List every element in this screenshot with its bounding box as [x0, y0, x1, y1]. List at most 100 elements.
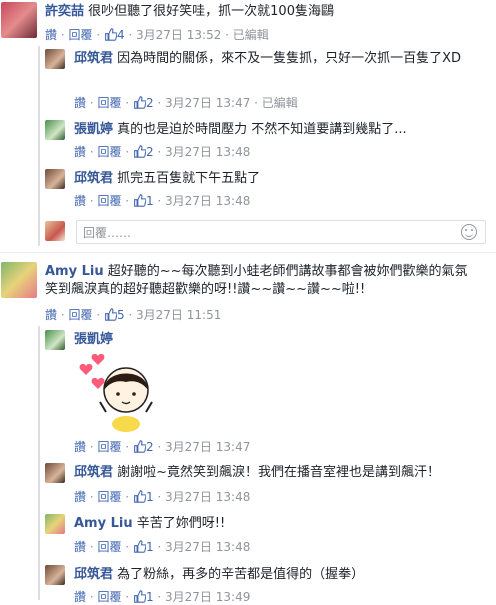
timestamp[interactable]: 3月27日 13:48 [165, 490, 250, 504]
like-link[interactable]: 讚 [74, 194, 86, 208]
reply-input[interactable]: 回覆…… [76, 220, 486, 244]
reply-actions: 讚 · 回覆 · 2 · 3月27日 13:48 [74, 145, 251, 159]
edited-label[interactable]: 已編輯 [233, 28, 269, 42]
timestamp[interactable]: 3月27日 13:48 [165, 194, 250, 208]
like-link[interactable]: 讚 [74, 590, 86, 604]
girl-hearts-sticker[interactable] [76, 352, 166, 432]
reply-author[interactable]: 邱筑君 [74, 567, 113, 582]
like-count[interactable]: 1 [146, 490, 154, 504]
like-count[interactable]: 1 [146, 540, 154, 554]
reply-author[interactable]: 張凱婷 [74, 122, 113, 137]
reply-actions: 讚 · 回覆 · 1 · 3月27日 13:48 [74, 490, 251, 504]
like-link[interactable]: 讚 [74, 440, 86, 454]
reply-actions: 讚 · 回覆 · 1 · 3月27日 13:48 [74, 540, 251, 554]
reply-input-placeholder: 回覆…… [83, 226, 132, 240]
reply-link[interactable]: 回覆 [97, 540, 121, 554]
thumbs-up-icon[interactable] [133, 194, 146, 207]
reply-author[interactable]: Amy Liu [74, 516, 133, 531]
timestamp[interactable]: 3月27日 13:48 [165, 145, 250, 159]
reply-link[interactable]: 回覆 [97, 145, 121, 159]
thumbs-up-icon[interactable] [133, 540, 146, 553]
like-link[interactable]: 讚 [74, 145, 86, 159]
thumbs-up-icon[interactable] [133, 145, 146, 158]
like-count[interactable]: 4 [117, 28, 125, 42]
comment-body: 許奕喆 很吵但聽了很好笑哇，抓一次就100隻海鷗 [45, 3, 485, 21]
reply-author[interactable]: 邱筑君 [74, 171, 113, 186]
avatar[interactable] [45, 120, 65, 140]
thumbs-up-icon[interactable] [133, 490, 146, 503]
timestamp[interactable]: 3月27日 13:52 [136, 28, 221, 42]
like-link[interactable]: 讚 [74, 96, 86, 110]
timestamp[interactable]: 3月27日 13:49 [165, 590, 250, 604]
comment-text-line-2: 笑到飆淚真的超好聽超歡樂的呀!!讚~~讚~~讚~~啦!! [45, 282, 366, 297]
reply-body: Amy Liu 辛苦了妳們呀!! [74, 515, 484, 533]
like-count[interactable]: 2 [146, 440, 154, 454]
like-count[interactable]: 2 [146, 145, 154, 159]
timestamp[interactable]: 3月27日 13:47 [165, 440, 250, 454]
reply-body: 邱筑君 為了粉絲，再多的辛苦都是值得的（握拳） [74, 566, 484, 584]
avatar[interactable] [45, 514, 65, 534]
reply-link[interactable]: 回覆 [68, 28, 92, 42]
like-count[interactable]: 5 [117, 308, 125, 322]
reply-text: 辛苦了妳們呀!! [136, 516, 226, 531]
like-count[interactable]: 1 [146, 194, 154, 208]
timestamp[interactable]: 3月27日 11:51 [136, 308, 221, 322]
reply-actions: 讚 · 回覆 · 2 · 3月27日 13:47 · 已編輯 [74, 96, 298, 110]
timestamp[interactable]: 3月27日 13:47 [165, 96, 250, 110]
reply-thread-rail [38, 46, 40, 246]
like-link[interactable]: 讚 [74, 540, 86, 554]
comment-actions: 讚 · 回覆 · 5 · 3月27日 11:51 [45, 308, 222, 322]
like-count[interactable]: 1 [146, 590, 154, 604]
reply-link[interactable]: 回覆 [97, 96, 121, 110]
reply-body: 張凱婷 [74, 331, 474, 349]
reply-link[interactable]: 回覆 [97, 590, 121, 604]
reply-author[interactable]: 邱筑君 [74, 465, 113, 480]
like-link[interactable]: 讚 [45, 28, 57, 42]
like-count[interactable]: 2 [146, 96, 154, 110]
reply-text: 為了粉絲，再多的辛苦都是值得的（握拳） [117, 567, 365, 582]
reply-link[interactable]: 回覆 [97, 194, 121, 208]
reply-text: 謝謝啦~竟然笑到飆淚！我們在播音室裡也是講到飆汗！ [117, 465, 441, 480]
current-user-avatar [45, 221, 65, 241]
reply-body: 張凱婷 真的也是迫於時間壓力 不然不知道要講到幾點了... [74, 121, 484, 139]
reply-body: 邱筑君 因為時間的關係，來不及一隻隻抓，只好一次抓一百隻了XD [74, 50, 474, 68]
reply-body: 邱筑君 抓完五百隻就下午五點了 [74, 170, 484, 188]
timestamp[interactable]: 3月27日 13:48 [165, 540, 250, 554]
avatar[interactable] [45, 330, 65, 350]
comment-body: Amy Liu 超好聽的~~每次聽到小蛙老師們講故事都會被妳們歡樂的氣氛 笑到飆… [45, 263, 490, 299]
reply-thread-rail [38, 326, 40, 600]
thumbs-up-icon[interactable] [133, 96, 146, 109]
avatar[interactable] [45, 49, 65, 69]
avatar[interactable] [1, 262, 37, 298]
smiley-icon[interactable] [461, 224, 477, 240]
reply-text: 因為時間的關係，來不及一隻隻抓，只好一次抓一百隻了XD [117, 51, 462, 66]
thumbs-up-icon[interactable] [133, 440, 146, 453]
reply-body: 邱筑君 謝謝啦~竟然笑到飆淚！我們在播音室裡也是講到飆汗！ [74, 464, 489, 482]
thumbs-up-icon[interactable] [104, 308, 117, 321]
reply-text: 抓完五百隻就下午五點了 [117, 171, 261, 186]
reply-actions: 讚 · 回覆 · 1 · 3月27日 13:49 [74, 590, 251, 604]
comment-text: 很吵但聽了很好笑哇，抓一次就100隻海鷗 [88, 4, 334, 19]
reply-text: 真的也是迫於時間壓力 不然不知道要講到幾點了... [117, 122, 407, 137]
reply-author[interactable]: 張凱婷 [74, 332, 113, 347]
reply-link[interactable]: 回覆 [97, 490, 121, 504]
reply-author[interactable]: 邱筑君 [74, 51, 113, 66]
avatar[interactable] [45, 463, 65, 483]
avatar[interactable] [45, 169, 65, 189]
thumbs-up-icon[interactable] [104, 28, 117, 41]
reply-link[interactable]: 回覆 [68, 308, 92, 322]
reply-actions: 讚 · 回覆 · 1 · 3月27日 13:48 [74, 194, 251, 208]
comment-author[interactable]: Amy Liu [45, 264, 104, 279]
thumbs-up-icon[interactable] [133, 590, 146, 603]
like-link[interactable]: 讚 [45, 308, 57, 322]
comment-author[interactable]: 許奕喆 [45, 4, 84, 19]
reply-link[interactable]: 回覆 [97, 440, 121, 454]
avatar[interactable] [45, 565, 65, 585]
comment-actions: 讚 · 回覆 · 4 · 3月27日 13:52 · 已編輯 [45, 28, 269, 42]
avatar[interactable] [1, 2, 37, 38]
reply-actions: 讚 · 回覆 · 2 · 3月27日 13:47 [74, 440, 251, 454]
like-link[interactable]: 讚 [74, 490, 86, 504]
edited-label[interactable]: 已編輯 [262, 96, 298, 110]
comment-text-line-1: 超好聽的~~每次聽到小蛙老師們講故事都會被妳們歡樂的氣氛 [107, 264, 468, 279]
comment-divider [0, 252, 496, 253]
